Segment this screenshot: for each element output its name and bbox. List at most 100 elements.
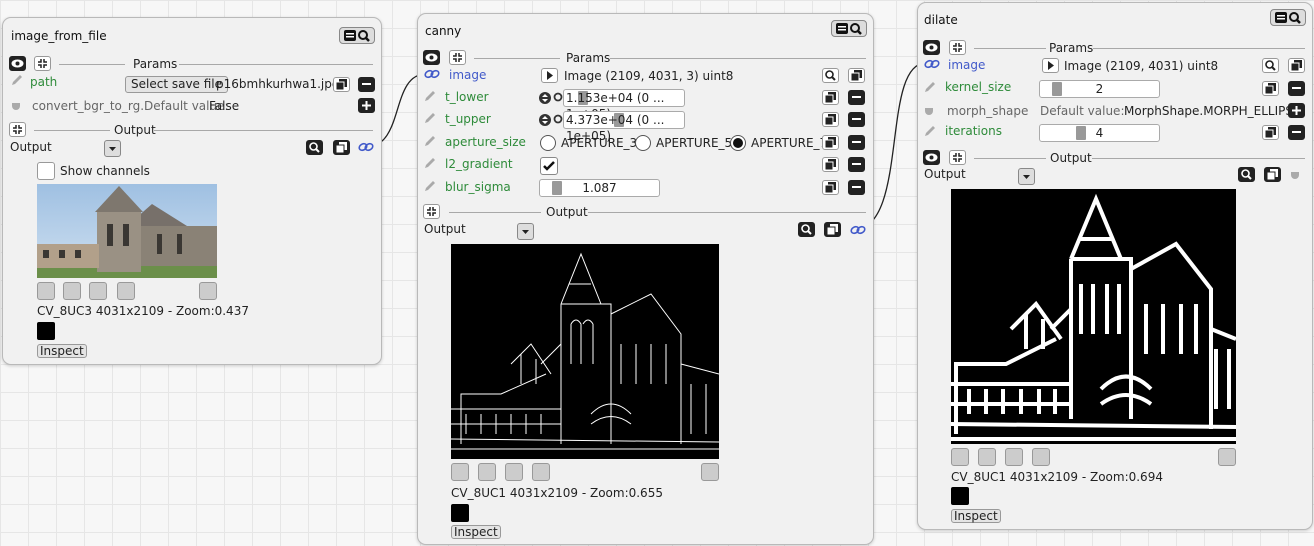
play-icon[interactable] <box>541 68 558 83</box>
eye-icon[interactable] <box>923 150 940 165</box>
slider-handle[interactable] <box>552 181 562 195</box>
plus-icon[interactable] <box>358 98 375 113</box>
fit-icon[interactable] <box>1032 448 1050 466</box>
show-channels-checkbox[interactable] <box>37 162 55 180</box>
eye-icon[interactable] <box>423 50 440 65</box>
node-image-from-file[interactable]: image_from_file Params path Select save … <box>2 17 382 365</box>
t-lower-slider[interactable]: 1.153e+04 (0 ... 1e+05) <box>563 89 685 121</box>
zoom-icon[interactable] <box>798 222 815 237</box>
minus-icon[interactable] <box>1288 125 1305 140</box>
play-icon[interactable] <box>1042 58 1059 73</box>
minus-icon[interactable] <box>848 157 865 172</box>
copy-icon[interactable] <box>848 68 865 83</box>
zoom-icon[interactable] <box>822 68 839 83</box>
reset-icon[interactable] <box>553 92 563 102</box>
pixel-color-swatch <box>37 322 55 340</box>
link-icon[interactable] <box>850 224 866 236</box>
chevron-down-icon[interactable] <box>517 223 534 240</box>
zoom-reset-icon[interactable] <box>505 463 523 481</box>
param-label-image: image <box>948 58 986 72</box>
slider-handle[interactable] <box>1052 82 1062 96</box>
minus-icon[interactable] <box>358 77 375 92</box>
radio-aperture-3[interactable] <box>540 135 556 151</box>
collapse-icon[interactable] <box>449 50 466 65</box>
iterations-slider[interactable]: 4 <box>1039 124 1160 142</box>
zoom-icon[interactable] <box>1238 167 1255 182</box>
copy-icon[interactable] <box>824 222 841 237</box>
copy-icon[interactable] <box>822 112 839 127</box>
node-canny[interactable]: canny Params image Image (2109, 4031, 3)… <box>417 13 874 545</box>
collapse-icon[interactable] <box>423 204 440 219</box>
eye-icon[interactable] <box>923 40 940 55</box>
zoom-reset-icon[interactable] <box>1005 448 1023 466</box>
select-save-file-button[interactable]: Select save file <box>125 76 229 93</box>
pencil-icon <box>424 135 436 147</box>
dilated-image-preview[interactable] <box>951 189 1236 444</box>
kernel-size-slider[interactable]: 2 <box>1039 80 1160 98</box>
minus-icon[interactable] <box>1288 81 1305 96</box>
slider-handle[interactable] <box>1076 126 1086 140</box>
minus-icon[interactable] <box>848 180 865 195</box>
param-label-morph-shape: morph_shape <box>947 104 1029 118</box>
radio-aperture-7[interactable] <box>730 135 746 151</box>
copy-icon[interactable] <box>1288 58 1305 73</box>
swap-icon[interactable] <box>1218 448 1236 466</box>
pencil-icon <box>924 81 936 93</box>
spin-arrows-icon[interactable] <box>539 112 551 128</box>
copy-icon[interactable] <box>822 90 839 105</box>
inspect-button[interactable]: Inspect <box>451 525 501 539</box>
convert-value: False <box>209 99 240 113</box>
zoom-icon <box>358 29 370 42</box>
l2-gradient-checkbox[interactable] <box>540 157 558 175</box>
chevron-down-icon[interactable] <box>1018 168 1035 185</box>
fit-icon[interactable] <box>117 282 135 300</box>
collapse-icon[interactable] <box>34 56 51 71</box>
zoom-in-icon[interactable] <box>37 282 55 300</box>
swap-icon[interactable] <box>701 463 719 481</box>
copy-icon[interactable] <box>1262 81 1279 96</box>
node-menu-button[interactable] <box>831 20 867 37</box>
copy-icon[interactable] <box>822 135 839 150</box>
node-dilate[interactable]: dilate Params image Image (2109, 4031) u… <box>917 2 1313 530</box>
image-preview[interactable] <box>37 184 217 278</box>
t-upper-slider[interactable]: 4.373e+04 (0 ... 1e+05) <box>563 111 685 143</box>
zoom-out-icon[interactable] <box>63 282 81 300</box>
minus-icon[interactable] <box>848 112 865 127</box>
zoom-in-icon[interactable] <box>451 463 469 481</box>
zoom-in-icon[interactable] <box>951 448 969 466</box>
edge-image-preview[interactable] <box>451 244 719 459</box>
swap-icon[interactable] <box>199 282 217 300</box>
plus-icon[interactable] <box>1288 103 1305 118</box>
zoom-out-icon[interactable] <box>978 448 996 466</box>
eye-icon[interactable] <box>9 56 26 71</box>
blur-sigma-slider[interactable]: 1.087 <box>539 179 660 197</box>
copy-icon[interactable] <box>822 180 839 195</box>
node-menu-button[interactable] <box>339 27 375 44</box>
fit-icon[interactable] <box>532 463 550 481</box>
collapse-icon[interactable] <box>949 150 966 165</box>
minus-icon[interactable] <box>848 135 865 150</box>
chevron-down-icon[interactable] <box>104 140 121 157</box>
node-menu-button[interactable] <box>1270 9 1306 26</box>
copy-icon[interactable] <box>822 157 839 172</box>
spin-arrows-icon[interactable] <box>539 90 551 106</box>
minus-icon[interactable] <box>848 90 865 105</box>
inspect-button[interactable]: Inspect <box>37 344 87 358</box>
zoom-icon[interactable] <box>1262 58 1279 73</box>
collapse-icon[interactable] <box>9 122 26 137</box>
plug-icon[interactable] <box>1290 168 1304 180</box>
pencil-icon <box>424 90 436 102</box>
collapse-icon[interactable] <box>949 40 966 55</box>
zoom-reset-icon[interactable] <box>89 282 107 300</box>
radio-aperture-5[interactable] <box>635 135 651 151</box>
copy-icon[interactable] <box>333 140 350 155</box>
param-label-kernel-size: kernel_size <box>945 80 1012 94</box>
copy-icon[interactable] <box>1262 125 1279 140</box>
link-icon[interactable] <box>358 141 374 153</box>
zoom-out-icon[interactable] <box>478 463 496 481</box>
copy-icon[interactable] <box>1264 167 1281 182</box>
zoom-icon[interactable] <box>306 140 323 155</box>
copy-icon[interactable] <box>333 77 350 92</box>
reset-icon[interactable] <box>553 114 563 124</box>
inspect-button[interactable]: Inspect <box>951 509 1001 523</box>
